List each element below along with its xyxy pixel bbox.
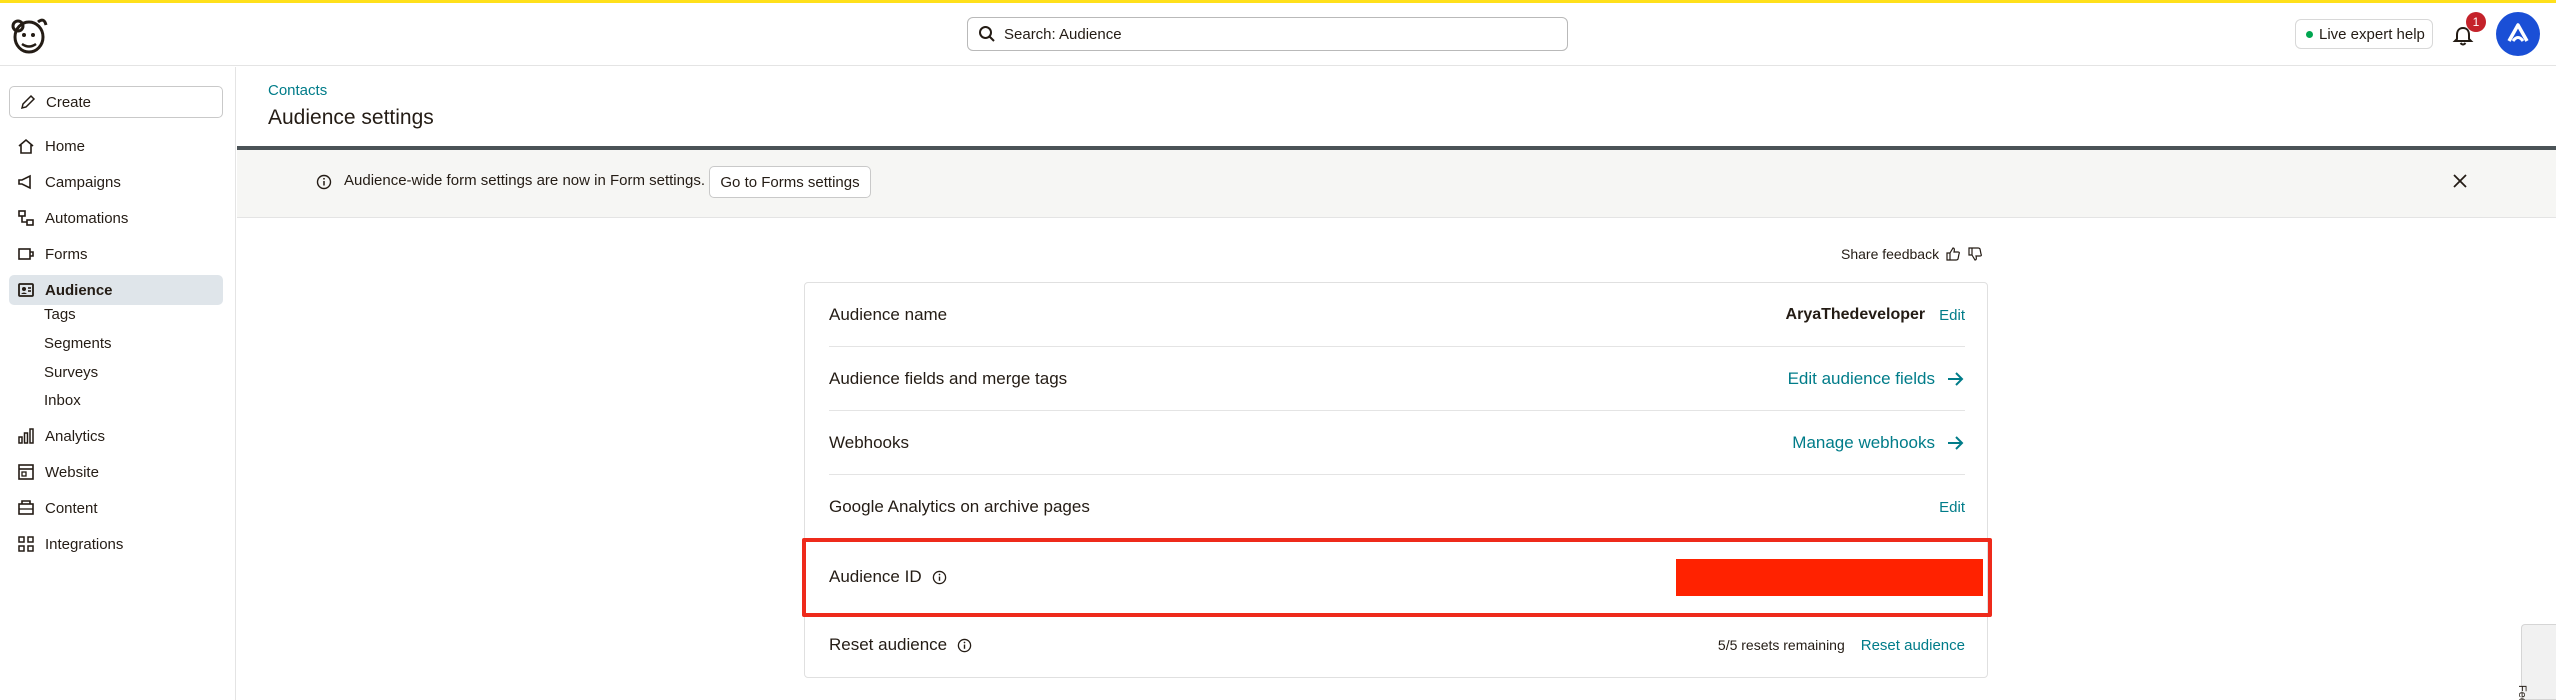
megaphone-icon [18, 174, 31, 190]
page-title: Audience settings [268, 106, 434, 129]
audience-settings-card: Audience name AryaThedeveloper Edit Audi… [804, 282, 1988, 678]
top-header: Search: Audience Live expert help 1 [0, 3, 2556, 66]
audience-fields-label: Audience fields and merge tags [829, 368, 1068, 388]
audience-id-redacted-value [1676, 559, 1983, 596]
sidebar-item-content[interactable]: Content [9, 493, 223, 523]
row-google-analytics: Google Analytics on archive pages Edit [829, 475, 1965, 539]
row-webhooks: Webhooks Manage webhooks [829, 411, 1965, 475]
thumbs-down-icon[interactable] [1967, 246, 1983, 262]
arrow-right-icon[interactable] [1945, 433, 1965, 453]
share-feedback-label: Share feedback [1841, 246, 1940, 262]
row-audience-fields: Audience fields and merge tags Edit audi… [829, 347, 1965, 411]
google-analytics-label: Google Analytics on archive pages [829, 496, 1090, 516]
online-status-dot [2306, 30, 2313, 38]
sidebar-item-label: Integrations [45, 535, 124, 553]
sidebar-subitem-segments[interactable]: Segments [44, 332, 112, 356]
edit-audience-name-link[interactable]: Edit [1939, 307, 1965, 324]
sidebar-item-analytics[interactable]: Analytics [9, 421, 223, 451]
forms-icon [18, 248, 34, 260]
sidebar-item-audience[interactable]: Audience [9, 275, 223, 305]
breadcrumb-contacts[interactable]: Contacts [268, 82, 327, 99]
sidebar-item-label: Content [45, 499, 98, 517]
website-icon [18, 464, 34, 480]
info-icon [316, 174, 332, 190]
reset-audience-text: Reset audience [829, 635, 948, 654]
sidebar-item-label: Home [45, 137, 86, 155]
search-bar[interactable]: Search: Audience [967, 17, 1568, 51]
content-icon [18, 500, 34, 515]
resets-remaining: 5/5 resets remaining [1717, 637, 1845, 653]
sidebar-item-integrations[interactable]: Integrations [9, 529, 223, 559]
pencil-icon [20, 94, 36, 110]
thumbs-up-icon[interactable] [1945, 246, 1961, 262]
edit-audience-fields-link[interactable]: Edit audience fields [1788, 369, 1935, 389]
notification-badge: 1 [2466, 12, 2486, 32]
sidebar-subitem-tags[interactable]: Tags [44, 303, 76, 327]
search-input[interactable]: Search: Audience [1004, 26, 1122, 43]
search-icon [979, 26, 995, 42]
live-expert-help-button[interactable]: Live expert help [2295, 19, 2433, 49]
sidebar-item-automations[interactable]: Automations [9, 203, 223, 233]
home-icon [18, 138, 34, 154]
sidebar-item-forms[interactable]: Forms [9, 239, 223, 269]
sidebar-item-website[interactable]: Website [9, 457, 223, 487]
user-avatar[interactable] [2496, 12, 2540, 56]
sidebar-subitem-inbox[interactable]: Inbox [44, 389, 81, 413]
sidebar-item-home[interactable]: Home [9, 131, 223, 161]
arrow-right-icon[interactable] [1945, 369, 1965, 389]
create-label: Create [46, 93, 92, 111]
reset-audience-label: Reset audience [829, 635, 972, 655]
row-audience-name: Audience name AryaThedeveloper Edit [829, 283, 1965, 347]
info-icon[interactable] [957, 638, 972, 653]
manage-webhooks-link[interactable]: Manage webhooks [1792, 433, 1935, 453]
sidebar-item-label: Forms [45, 245, 88, 263]
sidebar-nav: Create Home Campaigns Automations Forms … [0, 67, 236, 700]
sidebar-item-label: Audience [45, 281, 113, 299]
feedback-tab-label: Feedback [2516, 685, 2528, 700]
avatar-logo-icon [2507, 23, 2529, 42]
feedback-tab[interactable]: Feedback [2516, 624, 2556, 700]
mailchimp-logo-icon[interactable] [8, 13, 50, 57]
automation-icon [18, 210, 34, 226]
row-reset-audience: Reset audience 5/5 resets remaining Rese… [829, 613, 1965, 677]
sidebar-item-label: Analytics [45, 427, 106, 445]
banner-message: Audience-wide form settings are now in F… [344, 172, 705, 189]
bar-chart-icon [18, 428, 34, 444]
go-to-forms-settings-button[interactable]: Go to Forms settings [709, 166, 871, 198]
audience-name-value: AryaThedeveloper [1785, 306, 1926, 323]
webhooks-label: Webhooks [829, 432, 910, 452]
sidebar-item-label: Website [45, 463, 99, 481]
audience-icon [18, 283, 34, 297]
create-button[interactable]: Create [9, 86, 223, 118]
audience-name-label: Audience name [829, 304, 948, 324]
sidebar-subitem-surveys[interactable]: Surveys [44, 361, 98, 385]
grid-icon [18, 536, 34, 552]
sidebar-item-label: Automations [45, 209, 129, 227]
live-help-label: Live expert help [2319, 25, 2425, 43]
edit-google-analytics-link[interactable]: Edit [1939, 499, 1965, 516]
close-icon[interactable] [2451, 172, 2469, 190]
sidebar-item-label: Campaigns [45, 173, 121, 191]
reset-audience-link[interactable]: Reset audience [1861, 637, 1965, 654]
share-feedback: Share feedback [1841, 246, 1983, 262]
sidebar-item-campaigns[interactable]: Campaigns [9, 167, 223, 197]
